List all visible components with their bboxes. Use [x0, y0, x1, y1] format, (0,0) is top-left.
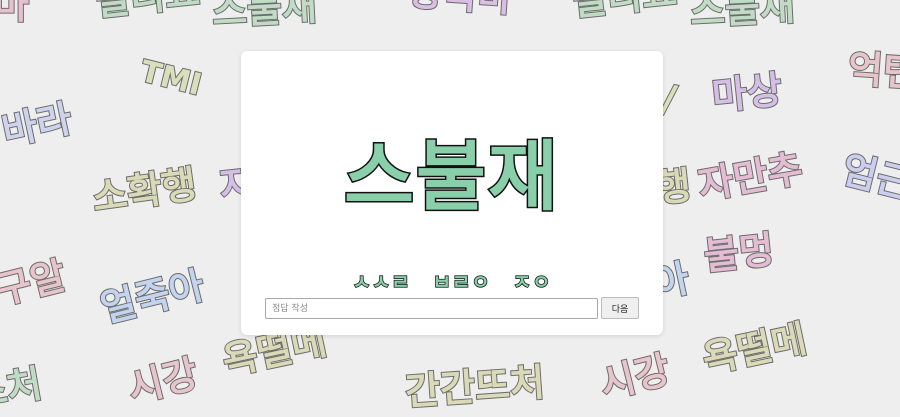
background-word: 마상 [709, 66, 785, 119]
quiz-card: 스불재 ㅅㅅㄹ ㅂㄹㅇ ㅈㅇ [241, 51, 663, 335]
background-word: 소확행 [88, 161, 200, 221]
background-word: 양곡마 [406, 0, 516, 22]
background-word: 엄근 [837, 146, 900, 208]
background-word: 간간뜨처 [403, 359, 548, 415]
background-word: 구알 [0, 252, 71, 314]
background-word: 스불재 [210, 0, 319, 35]
background-word: 바라 [0, 95, 77, 155]
background-word: 시강 [595, 346, 675, 408]
background-word: 빨리요 [569, 0, 680, 25]
background-word: 빨리요 [92, 0, 203, 25]
background-word: TMI [136, 53, 206, 104]
next-button[interactable]: 다음 [601, 297, 639, 319]
answer-input[interactable] [265, 298, 598, 319]
quiz-hint: ㅅㅅㄹ ㅂㄹㅇ ㅈㅇ [352, 270, 552, 294]
background-word: 마 [0, 0, 30, 27]
quiz-word: 스불재 [343, 132, 560, 221]
background-word: 얼죽아 [95, 262, 209, 332]
background-word: 스불재 [688, 0, 797, 35]
background-word: 불멍 [701, 226, 777, 279]
background-word: 스처 [0, 360, 46, 417]
background-word: 억텐 [846, 46, 900, 97]
background-word: 욕떨메 [698, 316, 812, 383]
background-word: 자만추 [694, 145, 807, 209]
